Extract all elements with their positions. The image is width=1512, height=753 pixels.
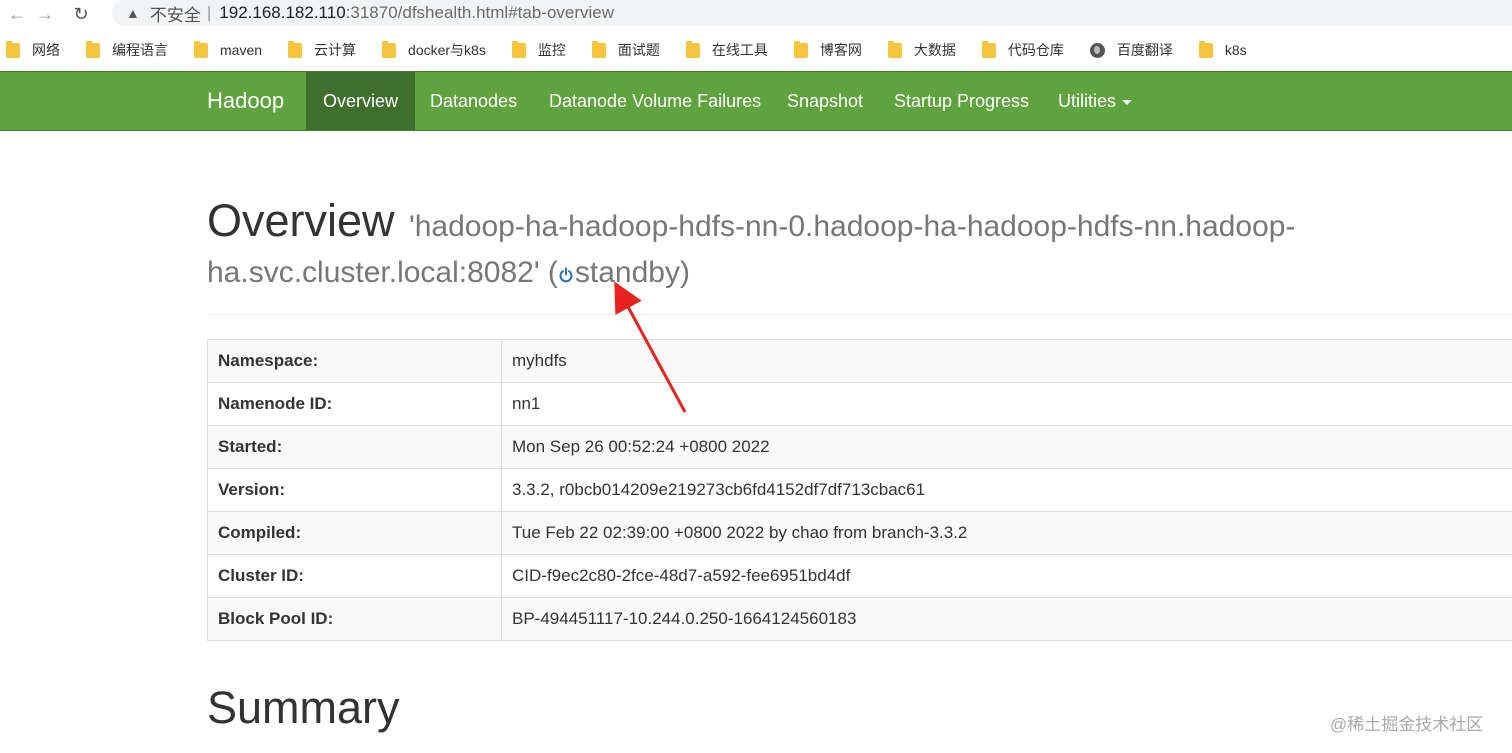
tab-datanodes[interactable]: Datanodes [413,72,534,130]
bookmark-item[interactable]: 监控 [511,40,566,60]
row-value: Tue Feb 22 02:39:00 +0800 2022 by chao f… [501,511,1512,555]
bookmark-item[interactable]: 面试题 [591,40,660,60]
folder-icon [382,40,397,58]
row-value: CID-f9ec2c80-2fce-48d7-a592-fee6951bd4df [501,554,1512,598]
navbar-brand[interactable]: Hadoop [207,72,284,130]
folder-icon [86,40,100,58]
bookmark-item[interactable]: 百度翻译 [1089,40,1173,60]
namenode-info-table: Namespace: myhdfs Namenode ID: nn1 Started… [207,339,1512,641]
row-key: Started: [207,425,502,469]
folder-icon [288,40,303,58]
bookmark-item[interactable]: 编程语言 [86,40,168,60]
browser-toolbar: ← → ↻ ▲ 不安全 | 192.168.182.110:31870/dfsh… [0,0,1512,28]
warning-icon: ▲ [126,5,140,21]
row-key: Compiled: [207,511,502,555]
bookmarks-bar: 网络 编程语言 maven 云计算 docker与k8s 监控 面试题 在线工具… [0,34,1512,66]
table-row: Version: 3.3.2, r0bcb014209e219273cb6fd41… [207,468,1512,512]
folder-icon [591,40,606,58]
tab-snapshot[interactable]: Snapshot [770,72,880,130]
insecure-label: 不安全 [149,5,201,25]
tab-datanode-volume-failures[interactable]: Datanode Volume Failures [532,72,778,130]
table-row: Started: Mon Sep 26 00:52:24 +0800 2022 [207,425,1512,469]
bookmark-item[interactable]: 在线工具 [685,40,768,60]
row-value: 3.3.2, r0bcb014209e219273cb6fd4152df7df7… [501,468,1512,512]
folder-icon [6,40,20,58]
page-header: Overview 'hadoop-ha-hadoop-hdfs-nn-0.had… [207,195,1387,296]
row-key: Namespace: [207,339,502,383]
tab-overview[interactable]: Overview [306,72,416,130]
row-value: Mon Sep 26 00:52:24 +0800 2022 [501,425,1512,469]
bookmark-item[interactable]: docker与k8s [382,40,486,60]
watermark: @稀土掘金技术社区 [1330,715,1484,734]
folder-icon [685,40,700,58]
bookmark-item[interactable]: 云计算 [288,40,356,60]
caret-down-icon [1122,99,1133,105]
row-value: BP-494451117-10.244.0.250-1664124560183 [501,597,1512,641]
row-value: myhdfs [501,339,1512,383]
namenode-host-continued: ha.svc.cluster.local:8082' (standby) [207,256,690,289]
globe-icon [1089,42,1105,58]
bookmark-item[interactable]: maven [194,40,262,58]
hadoop-navbar: Hadoop Overview Datanodes Datanode Volum… [0,71,1512,131]
folder-icon [887,40,902,58]
bookmark-item[interactable]: 代码仓库 [981,40,1064,60]
page-title: Overview [207,195,395,246]
bookmark-item[interactable]: 网络 [6,40,60,60]
bookmark-item[interactable]: k8s [1198,40,1247,58]
folder-icon [793,40,808,58]
header-divider [207,314,1512,315]
row-key: Namenode ID: [207,382,502,426]
table-row: Namespace: myhdfs [207,339,1512,383]
tab-startup-progress[interactable]: Startup Progress [877,72,1046,130]
table-row: Namenode ID: nn1 [207,382,1512,426]
row-key: Version: [207,468,502,512]
folder-icon [511,40,526,58]
folder-icon [194,40,208,58]
address-separator: | [206,3,212,22]
namenode-host: 'hadoop-ha-hadoop-hdfs-nn-0.hadoop-ha-ha… [409,210,1296,243]
url-host: 192.168.182.110 [219,3,346,22]
table-row: Block Pool ID: BP-494451117-10.244.0.250-… [207,597,1512,641]
table-row: Compiled: Tue Feb 22 02:39:00 +0800 2022 … [207,511,1512,555]
folder-icon [1198,40,1213,58]
bookmark-item[interactable]: 博客网 [793,40,862,60]
row-key: Cluster ID: [207,554,502,598]
table-row: Cluster ID: CID-f9ec2c80-2fce-48d7-a592-f… [207,554,1512,598]
address-bar[interactable]: ▲ 不安全 | 192.168.182.110:31870/dfshealth.… [112,0,1512,26]
power-icon [559,267,573,283]
forward-arrow-icon[interactable]: → [34,3,56,25]
summary-heading: Summary [207,682,400,733]
reload-icon[interactable]: ↻ [70,3,92,25]
folder-icon [981,40,996,58]
tab-utilities[interactable]: Utilities [1041,72,1149,130]
namenode-state: standby [574,256,680,289]
bookmark-item[interactable]: 大数据 [887,40,956,60]
row-value: nn1 [501,382,1512,426]
url-path: :31870/dfshealth.html#tab-overview [345,3,615,22]
back-arrow-icon[interactable]: ← [6,3,28,25]
row-key: Block Pool ID: [207,597,502,641]
